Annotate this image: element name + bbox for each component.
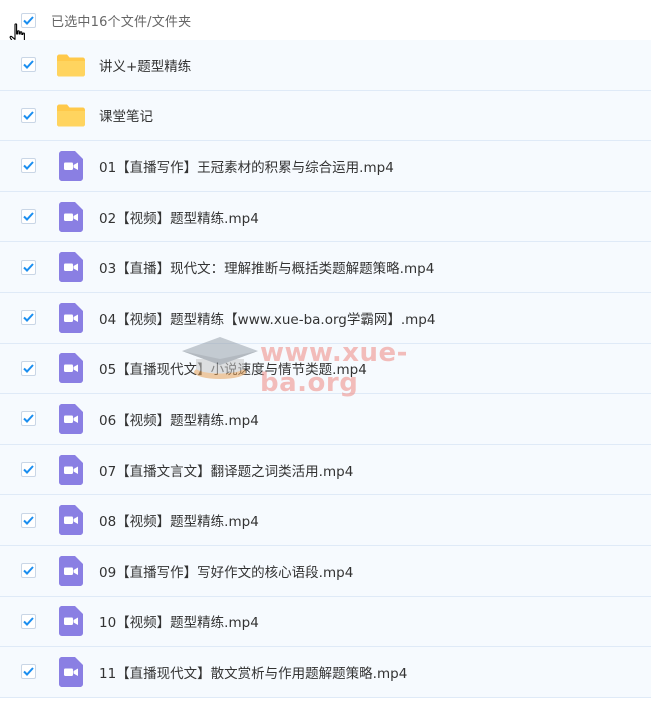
file-name[interactable]: 02【视频】题型精练.mp4: [99, 207, 259, 227]
video-file-icon: [55, 504, 87, 536]
file-name[interactable]: 11【直播现代文】散文赏析与作用题解题策略.mp4: [99, 662, 407, 682]
checkmark-icon: [23, 667, 34, 677]
row-checkbox[interactable]: [21, 360, 36, 376]
row-checkbox[interactable]: [21, 259, 36, 275]
checkmark-icon: [23, 566, 34, 576]
video-file-icon: [55, 454, 87, 486]
video-file-icon: [55, 201, 87, 233]
checkmark-icon: [23, 262, 34, 272]
file-row[interactable]: 07【直播文言文】翻译题之词类活用.mp4: [0, 444, 651, 496]
folder-icon: [55, 49, 87, 81]
file-row[interactable]: 课堂笔记: [0, 90, 651, 142]
file-row[interactable]: 09【直播写作】写好作文的核心语段.mp4: [0, 545, 651, 597]
video-file-icon: [55, 352, 87, 384]
video-file-icon: [55, 302, 87, 334]
row-checkbox[interactable]: [21, 158, 36, 174]
file-row[interactable]: 06【视频】题型精练.mp4: [0, 394, 651, 445]
checkmark-icon: [23, 60, 34, 70]
checkmark-icon: [23, 617, 34, 626]
row-checkbox[interactable]: [21, 512, 36, 528]
file-name[interactable]: 07【直播文言文】翻译题之词类活用.mp4: [99, 460, 353, 480]
file-name[interactable]: 课堂笔记: [99, 105, 153, 125]
row-checkbox[interactable]: [21, 563, 36, 579]
file-row[interactable]: 11【直播现代文】散文赏析与作用题解题策略.mp4: [0, 647, 651, 698]
folder-icon: [55, 99, 87, 131]
row-checkbox[interactable]: [21, 613, 36, 629]
checkmark-icon: [23, 414, 34, 424]
selection-count-label: 已选中16个文件/文件夹: [51, 14, 192, 30]
file-name[interactable]: 03【直播】现代文：理解推断与概括类题解题策略.mp4: [99, 257, 434, 277]
checkmark-icon: [23, 313, 34, 323]
file-name[interactable]: 讲义+题型精练: [99, 55, 191, 75]
video-file-icon: [55, 605, 87, 637]
file-name[interactable]: 06【视频】题型精练.mp4: [99, 409, 259, 429]
row-checkbox[interactable]: [21, 310, 36, 326]
checkmark-icon: [23, 111, 34, 120]
checkmark-icon: [23, 364, 34, 373]
file-name[interactable]: 09【直播写作】写好作文的核心语段.mp4: [99, 561, 353, 581]
checkmark-icon: [23, 161, 34, 171]
row-checkbox[interactable]: [21, 57, 36, 73]
file-row[interactable]: 讲义+题型精练: [0, 40, 651, 91]
checkmark-icon: [23, 212, 34, 222]
row-checkbox[interactable]: [21, 209, 36, 225]
selection-header: 已选中16个文件/文件夹: [0, 0, 651, 40]
file-row[interactable]: 01【直播写作】王冠素材的积累与综合运用.mp4: [0, 141, 651, 192]
video-file-icon: [55, 555, 87, 587]
file-name[interactable]: 05【直播现代文】小说速度与情节类题.mp4: [99, 358, 367, 378]
file-row[interactable]: 10【视频】题型精练.mp4: [0, 596, 651, 648]
checkmark-icon: [23, 465, 34, 474]
file-list: 讲义+题型精练 课堂笔记 01【直播写作】王冠素材的积累与综合运用.mp4 02【视频…: [0, 40, 651, 698]
file-row[interactable]: 03【直播】现代文：理解推断与概括类题解题策略.mp4: [0, 242, 651, 293]
file-list-panel: 已选中16个文件/文件夹 讲义+题型精练 课堂笔记 01【直播写作】王冠素材的积累与…: [0, 0, 651, 717]
row-checkbox[interactable]: [21, 664, 36, 680]
video-file-icon: [55, 150, 87, 182]
video-file-icon: [55, 403, 87, 435]
checkmark-icon: [23, 515, 34, 525]
file-row[interactable]: 05【直播现代文】小说速度与情节类题.mp4: [0, 343, 651, 395]
file-row[interactable]: 04【视频】题型精练【www.xue-ba.org学霸网】.mp4: [0, 292, 651, 344]
file-name[interactable]: 10【视频】题型精练.mp4: [99, 611, 259, 631]
video-file-icon: [55, 656, 87, 688]
video-file-icon: [55, 251, 87, 283]
row-checkbox[interactable]: [21, 462, 36, 478]
file-row[interactable]: 08【视频】题型精练.mp4: [0, 495, 651, 546]
row-checkbox[interactable]: [21, 107, 36, 123]
file-name[interactable]: 08【视频】题型精练.mp4: [99, 510, 259, 530]
file-name[interactable]: 04【视频】题型精练【www.xue-ba.org学霸网】.mp4: [99, 308, 435, 328]
file-name[interactable]: 01【直播写作】王冠素材的积累与综合运用.mp4: [99, 156, 394, 176]
file-row[interactable]: 02【视频】题型精练.mp4: [0, 191, 651, 243]
row-checkbox[interactable]: [21, 411, 36, 427]
